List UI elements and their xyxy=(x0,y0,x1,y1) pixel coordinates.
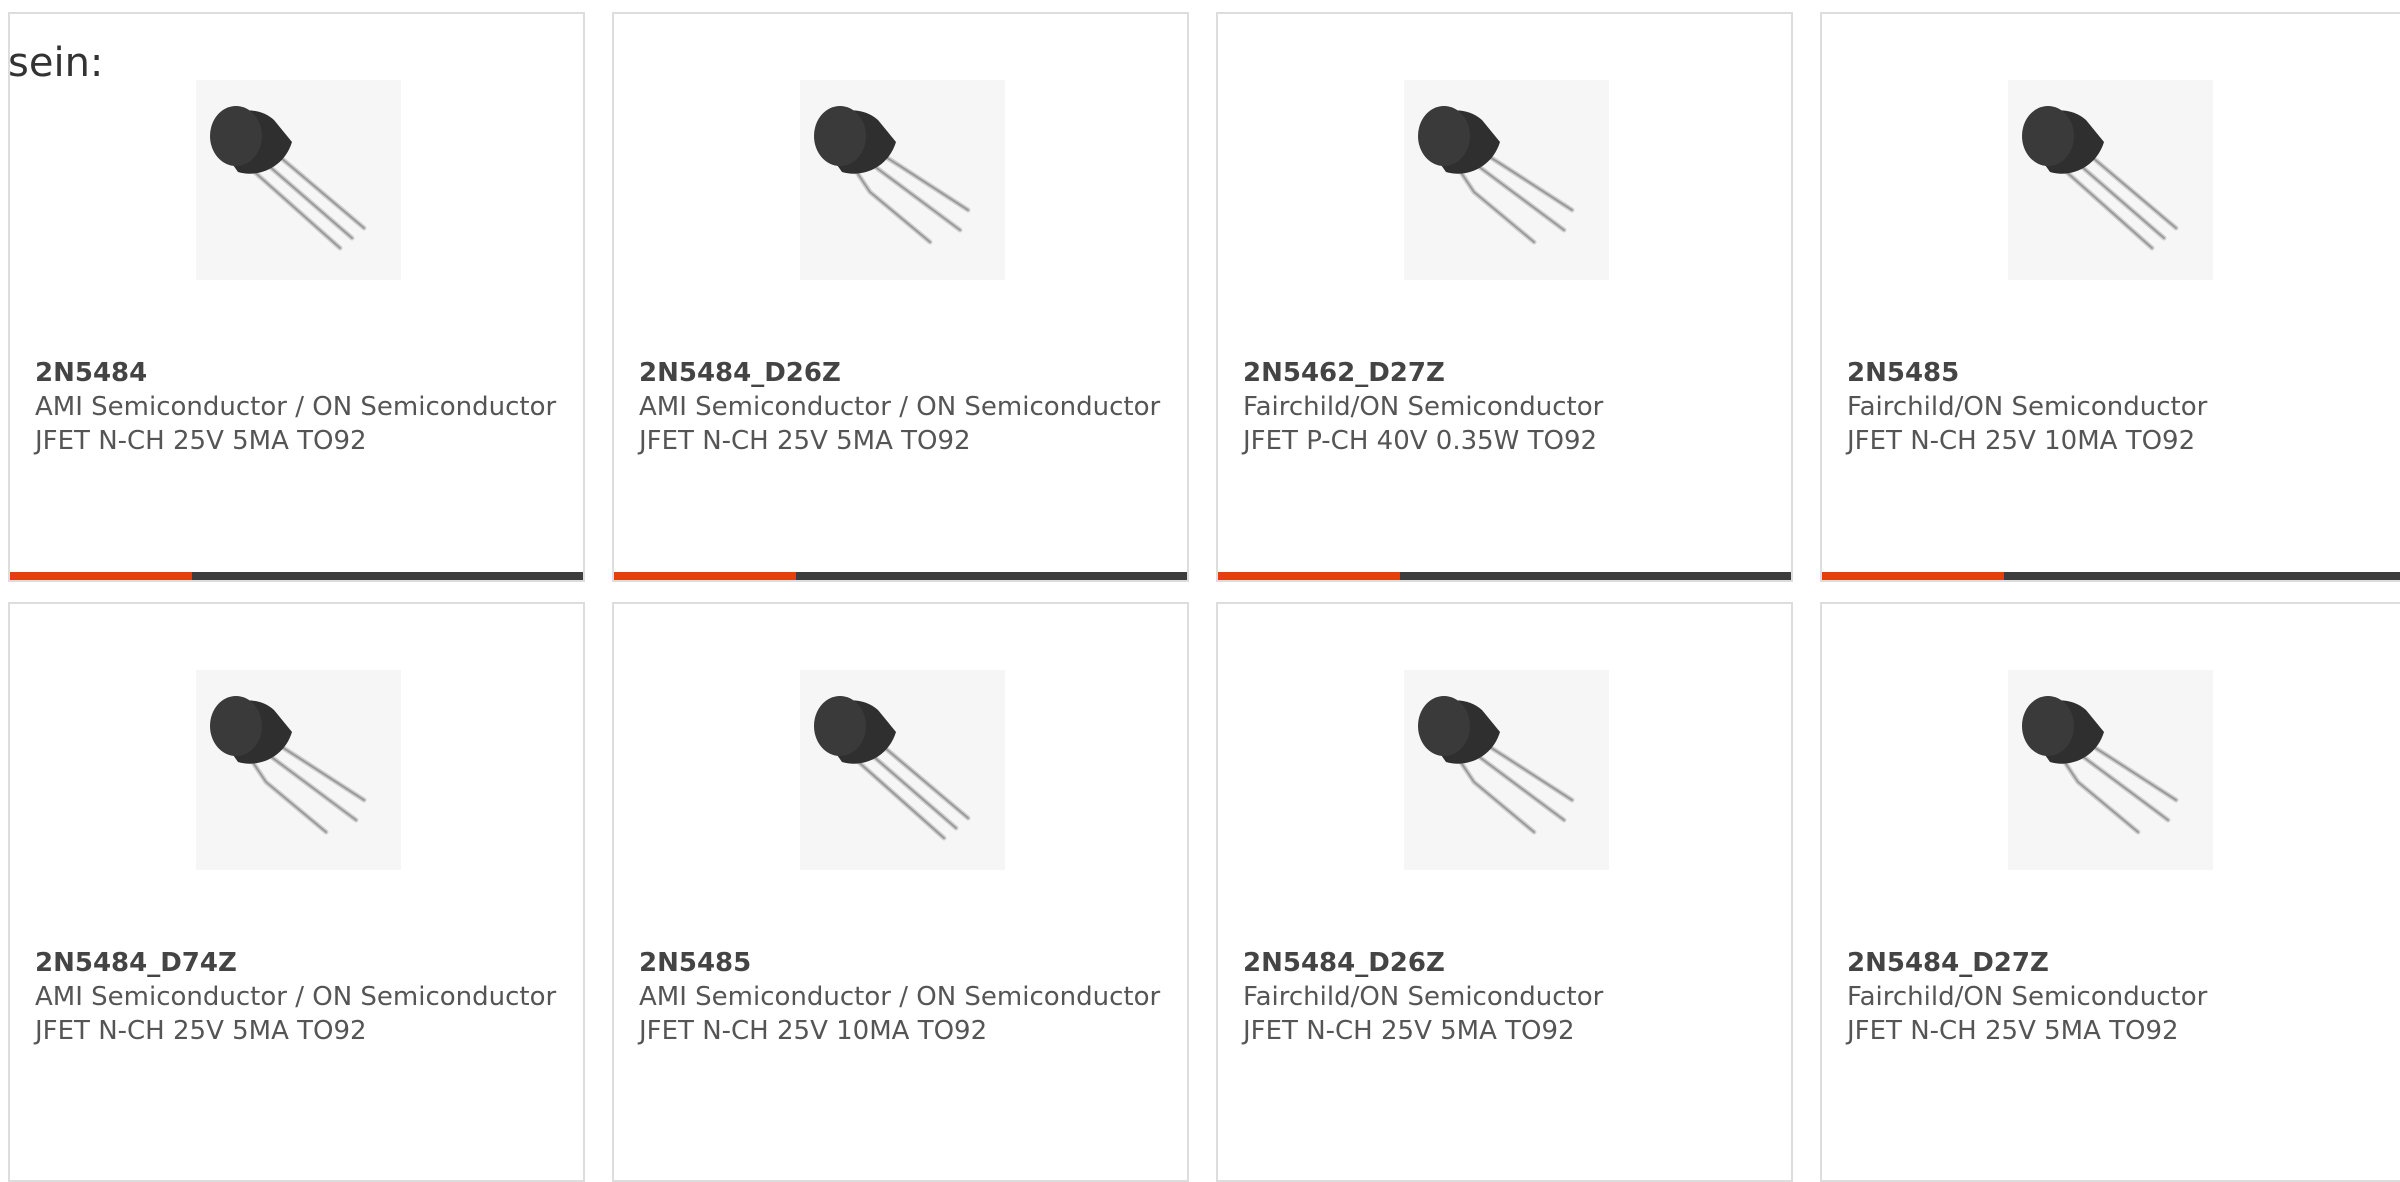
manufacturer: Fairchild/ON Semiconductor xyxy=(1847,392,2208,422)
description: JFET N-CH 25V 5MA TO92 xyxy=(639,426,971,456)
product-image[interactable] xyxy=(800,80,1005,280)
product-card[interactable]: 2N5484_D26Z Fairchild/ON Semiconductor J… xyxy=(1216,602,1793,1182)
description: JFET N-CH 25V 5MA TO92 xyxy=(1243,1016,1575,1046)
to92-transistor-straight-leads-icon xyxy=(814,696,971,841)
card-bar-accent xyxy=(1822,572,2004,580)
description: JFET N-CH 25V 5MA TO92 xyxy=(35,1016,367,1046)
manufacturer: Fairchild/ON Semiconductor xyxy=(1243,982,1604,1012)
manufacturer: AMI Semiconductor / ON Semiconductor xyxy=(35,982,557,1012)
manufacturer: AMI Semiconductor / ON Semiconductor xyxy=(639,982,1161,1012)
part-number[interactable]: 2N5485 xyxy=(1847,356,2388,390)
intro-text: sein: xyxy=(8,40,104,86)
description: JFET N-CH 25V 10MA TO92 xyxy=(1847,426,2196,456)
to92-transistor-bent-leads-icon xyxy=(1418,696,1575,835)
card-bar xyxy=(614,572,1187,580)
product-image[interactable] xyxy=(800,670,1005,870)
product-image[interactable] xyxy=(1404,670,1609,870)
to92-transistor-bent-leads-icon xyxy=(1418,106,1575,245)
part-number[interactable]: 2N5484_D74Z xyxy=(35,946,563,980)
to92-transistor-bent-leads-icon xyxy=(814,106,971,245)
product-image[interactable] xyxy=(196,670,401,870)
part-number[interactable]: 2N5462_D27Z xyxy=(1243,356,1771,390)
product-card[interactable]: 2N5484_D26Z AMI Semiconductor / ON Semic… xyxy=(612,12,1189,582)
part-number[interactable]: 2N5484_D26Z xyxy=(639,356,1167,390)
to92-transistor-straight-leads-icon xyxy=(210,106,367,251)
product-card[interactable]: 2N5485 AMI Semiconductor / ON Semiconduc… xyxy=(612,602,1189,1182)
part-number[interactable]: 2N5484 xyxy=(35,356,563,390)
description: JFET N-CH 25V 10MA TO92 xyxy=(639,1016,988,1046)
product-card[interactable]: 2N5484_D27Z Fairchild/ON Semiconductor J… xyxy=(1820,602,2400,1182)
card-bar xyxy=(1218,572,1791,580)
product-image[interactable] xyxy=(2008,670,2213,870)
product-image[interactable] xyxy=(2008,80,2213,280)
product-image[interactable] xyxy=(1404,80,1609,280)
product-grid: 2N5484 AMI Semiconductor / ON Semiconduc… xyxy=(8,12,2400,1182)
card-bar-accent xyxy=(1218,572,1400,580)
to92-transistor-bent-leads-icon xyxy=(2022,696,2179,835)
product-card[interactable]: 2N5462_D27Z Fairchild/ON Semiconductor J… xyxy=(1216,12,1793,582)
description: JFET N-CH 25V 5MA TO92 xyxy=(1847,1016,2179,1046)
part-number[interactable]: 2N5484_D26Z xyxy=(1243,946,1771,980)
to92-transistor-bent-leads-icon xyxy=(210,696,367,835)
card-bar xyxy=(10,572,583,580)
manufacturer: AMI Semiconductor / ON Semiconductor xyxy=(35,392,557,422)
description: JFET N-CH 25V 5MA TO92 xyxy=(35,426,367,456)
part-number[interactable]: 2N5485 xyxy=(639,946,1167,980)
card-bar-accent xyxy=(10,572,192,580)
manufacturer: Fairchild/ON Semiconductor xyxy=(1243,392,1604,422)
product-card[interactable]: 2N5484 AMI Semiconductor / ON Semiconduc… xyxy=(8,12,585,582)
product-image[interactable] xyxy=(196,80,401,280)
manufacturer: Fairchild/ON Semiconductor xyxy=(1847,982,2208,1012)
description: JFET P-CH 40V 0.35W TO92 xyxy=(1243,426,1598,456)
card-bar-accent xyxy=(614,572,796,580)
manufacturer: AMI Semiconductor / ON Semiconductor xyxy=(639,392,1161,422)
to92-transistor-straight-leads-icon xyxy=(2022,106,2179,251)
part-number[interactable]: 2N5484_D27Z xyxy=(1847,946,2388,980)
card-bar xyxy=(1822,572,2400,580)
product-card[interactable]: 2N5485 Fairchild/ON Semiconductor JFET N… xyxy=(1820,12,2400,582)
product-card[interactable]: 2N5484_D74Z AMI Semiconductor / ON Semic… xyxy=(8,602,585,1182)
